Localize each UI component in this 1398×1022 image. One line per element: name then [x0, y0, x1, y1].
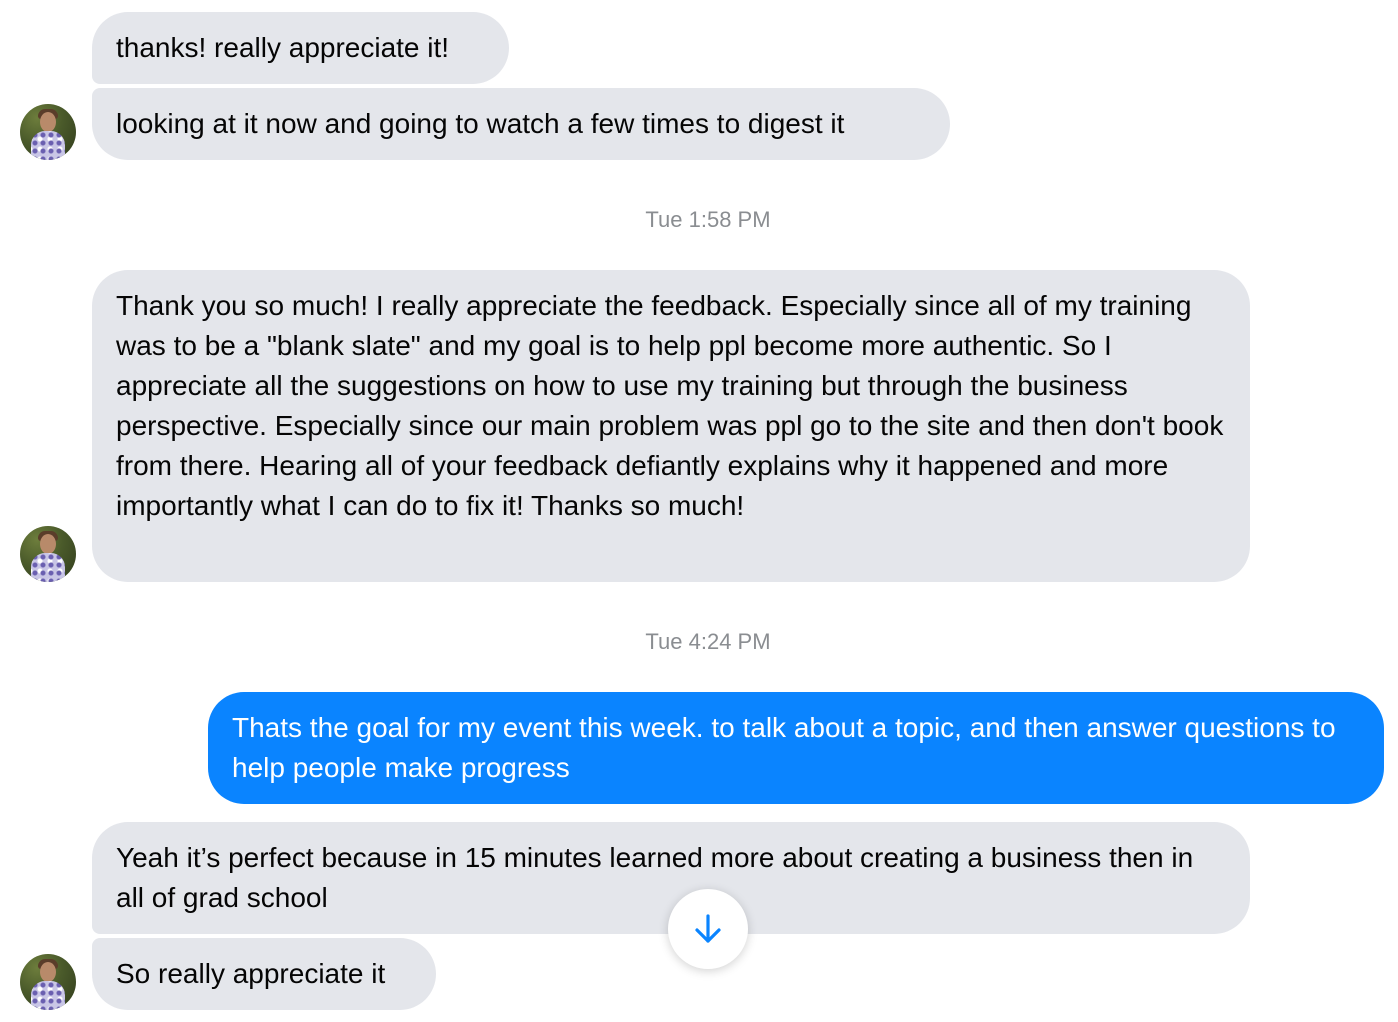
arrow-down-icon	[695, 914, 721, 943]
contact-avatar[interactable]	[20, 526, 76, 582]
message-text: So really appreciate it	[116, 958, 386, 989]
incoming-message[interactable]: thanks! really appreciate it!	[92, 12, 509, 84]
message-text: thanks! really appreciate it!	[116, 32, 450, 63]
avatar-face	[40, 962, 56, 982]
incoming-message[interactable]: looking at it now and going to watch a f…	[92, 88, 950, 160]
avatar-face	[40, 534, 56, 554]
message-text: looking at it now and going to watch a f…	[116, 108, 845, 139]
message-thread: thanks! really appreciate it! looking at…	[0, 0, 1398, 1022]
avatar-shirt	[31, 553, 65, 582]
avatar-shirt	[31, 981, 65, 1010]
incoming-message[interactable]: So really appreciate it	[92, 938, 436, 1010]
contact-avatar[interactable]	[20, 954, 76, 1010]
avatar-face	[40, 112, 56, 132]
message-text: Yeah it’s perfect because in 15 minutes …	[116, 842, 1194, 913]
scroll-to-bottom-button[interactable]	[668, 889, 748, 969]
avatar-shirt	[31, 131, 65, 160]
contact-avatar[interactable]	[20, 104, 76, 160]
incoming-message[interactable]: Thank you so much! I really appreciate t…	[92, 270, 1250, 582]
outgoing-message[interactable]: Thats the goal for my event this week. t…	[208, 692, 1384, 804]
message-timestamp: Tue 4:24 PM	[645, 629, 771, 654]
message-text: Thank you so much! I really appreciate t…	[116, 290, 1224, 521]
message-timestamp: Tue 1:58 PM	[645, 207, 771, 232]
message-text: Thats the goal for my event this week. t…	[232, 712, 1336, 783]
